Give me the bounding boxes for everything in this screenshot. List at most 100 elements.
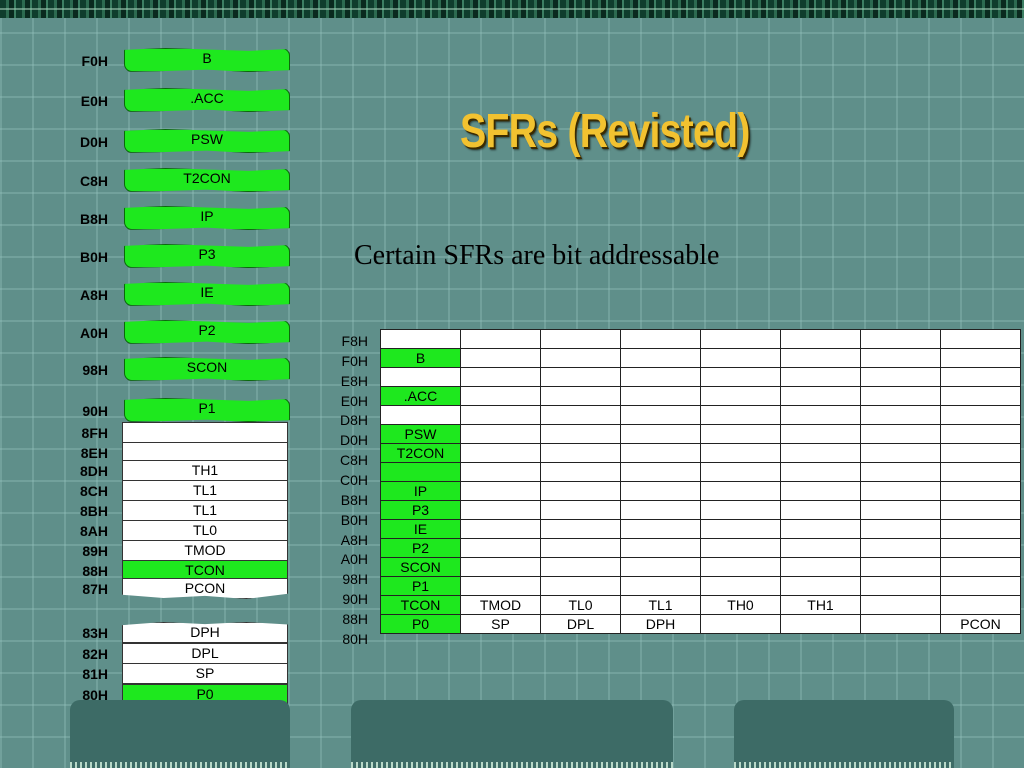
sfr-cell: TH1 xyxy=(780,595,861,615)
stack-register-box: TMOD xyxy=(122,540,288,561)
table-row xyxy=(380,405,1021,425)
sfr-cell xyxy=(460,462,541,482)
stack-address-label: A8H xyxy=(79,287,108,303)
table-row: PSW xyxy=(380,424,1021,444)
sfr-cell xyxy=(940,481,1021,501)
sfr-cell xyxy=(780,538,861,558)
sfr-cell: PSW xyxy=(380,424,461,444)
sfr-cell xyxy=(380,367,461,387)
sfr-cell xyxy=(940,329,1021,349)
sfr-cell xyxy=(860,595,941,615)
stack-address-label: E0H xyxy=(80,93,108,109)
stack-address-label: 8EH xyxy=(80,445,108,461)
stack-address-label: B0H xyxy=(79,249,108,265)
sfr-cell xyxy=(460,329,541,349)
stack-register-box: TL1 xyxy=(122,480,288,501)
sfr-cell xyxy=(940,576,1021,596)
sfr-cell xyxy=(860,367,941,387)
sfr-cell xyxy=(460,557,541,577)
sfr-row-address: D8H xyxy=(339,412,368,429)
stack-sfr-flag: SCON xyxy=(124,357,290,381)
stack-address-label: C8H xyxy=(79,173,108,189)
decorative-chip-left xyxy=(70,700,290,768)
stack-address-label: 90H xyxy=(82,403,108,419)
table-row: .ACC xyxy=(380,386,1021,406)
stack-register-box: DPH xyxy=(122,622,288,643)
table-row: P1 xyxy=(380,576,1021,596)
table-row xyxy=(380,367,1021,387)
sfr-cell: TMOD xyxy=(460,595,541,615)
sfr-row-address: F8H xyxy=(341,333,368,349)
sfr-cell: P3 xyxy=(380,500,461,520)
sfr-row-address: 90H xyxy=(342,591,368,608)
sfr-cell xyxy=(540,576,621,596)
stack-sfr-flag: P3 xyxy=(124,244,290,268)
sfr-cell xyxy=(700,576,781,596)
sfr-cell xyxy=(940,386,1021,406)
sfr-row-address: 88H xyxy=(342,610,368,627)
sfr-cell xyxy=(700,329,781,349)
sfr-cell: IP xyxy=(380,481,461,501)
sfr-cell: TL0 xyxy=(540,595,621,615)
sfr-cell xyxy=(860,614,941,634)
sfr-cell xyxy=(860,424,941,444)
stack-register-box: PCON xyxy=(122,578,288,599)
stack-address-label: B8H xyxy=(79,211,108,227)
sfr-cell xyxy=(780,481,861,501)
stack-address-label: 87H xyxy=(82,581,108,597)
sfr-cell xyxy=(460,500,541,520)
sfr-cell xyxy=(620,519,701,539)
stack-address-label: 8CH xyxy=(79,483,108,499)
sfr-row-address: B8H xyxy=(340,491,368,508)
sfr-cell xyxy=(860,462,941,482)
sfr-cell xyxy=(620,329,701,349)
sfr-cell xyxy=(940,443,1021,463)
stack-register-box: TL0 xyxy=(122,520,288,541)
sfr-bit-addressable-table: B .ACC PSW T2CON IP P3 IE P2 SCON P1 TCON TMOD TL0 TL… xyxy=(380,329,1021,634)
table-row: SCON xyxy=(380,557,1021,577)
stack-register-box: TL1 xyxy=(122,500,288,521)
sfr-cell: TCON xyxy=(380,595,461,615)
stack-address-label: 8BH xyxy=(79,503,108,519)
sfr-cell: P1 xyxy=(380,576,461,596)
sfr-row-address: C8H xyxy=(339,452,368,469)
sfr-row-address: E0H xyxy=(340,392,368,409)
stack-register-box xyxy=(122,422,288,443)
sfr-cell xyxy=(540,538,621,558)
sfr-cell xyxy=(460,386,541,406)
sfr-cell xyxy=(460,424,541,444)
sfr-cell xyxy=(540,500,621,520)
sfr-cell xyxy=(460,481,541,501)
sfr-cell xyxy=(860,557,941,577)
sfr-cell xyxy=(700,386,781,406)
sfr-cell xyxy=(460,538,541,558)
sfr-cell xyxy=(540,367,621,387)
sfr-cell xyxy=(860,329,941,349)
sfr-cell xyxy=(620,500,701,520)
circuit-board-banner xyxy=(0,0,1024,18)
sfr-row-address: 98H xyxy=(342,571,368,588)
sfr-cell: DPL xyxy=(540,614,621,634)
sfr-cell xyxy=(780,386,861,406)
sfr-row-address: B0H xyxy=(340,511,368,528)
sfr-cell: TH0 xyxy=(700,595,781,615)
stack-address-label: 89H xyxy=(82,543,108,559)
sfr-cell xyxy=(940,519,1021,539)
table-row: B xyxy=(380,348,1021,368)
table-row xyxy=(380,462,1021,482)
sfr-cell xyxy=(940,538,1021,558)
sfr-cell xyxy=(780,462,861,482)
sfr-cell xyxy=(780,614,861,634)
sfr-cell xyxy=(940,462,1021,482)
table-row: P0 SP DPL DPH PCON xyxy=(380,614,1021,634)
sfr-cell xyxy=(780,329,861,349)
stack-sfr-flag: T2CON xyxy=(124,168,290,192)
table-row: TCON TMOD TL0 TL1 TH0 TH1 xyxy=(380,595,1021,615)
sfr-cell xyxy=(700,405,781,425)
sfr-cell xyxy=(620,386,701,406)
sfr-cell xyxy=(540,443,621,463)
sfr-cell xyxy=(940,595,1021,615)
sfr-cell xyxy=(780,348,861,368)
sfr-cell xyxy=(620,367,701,387)
sfr-cell: SP xyxy=(460,614,541,634)
